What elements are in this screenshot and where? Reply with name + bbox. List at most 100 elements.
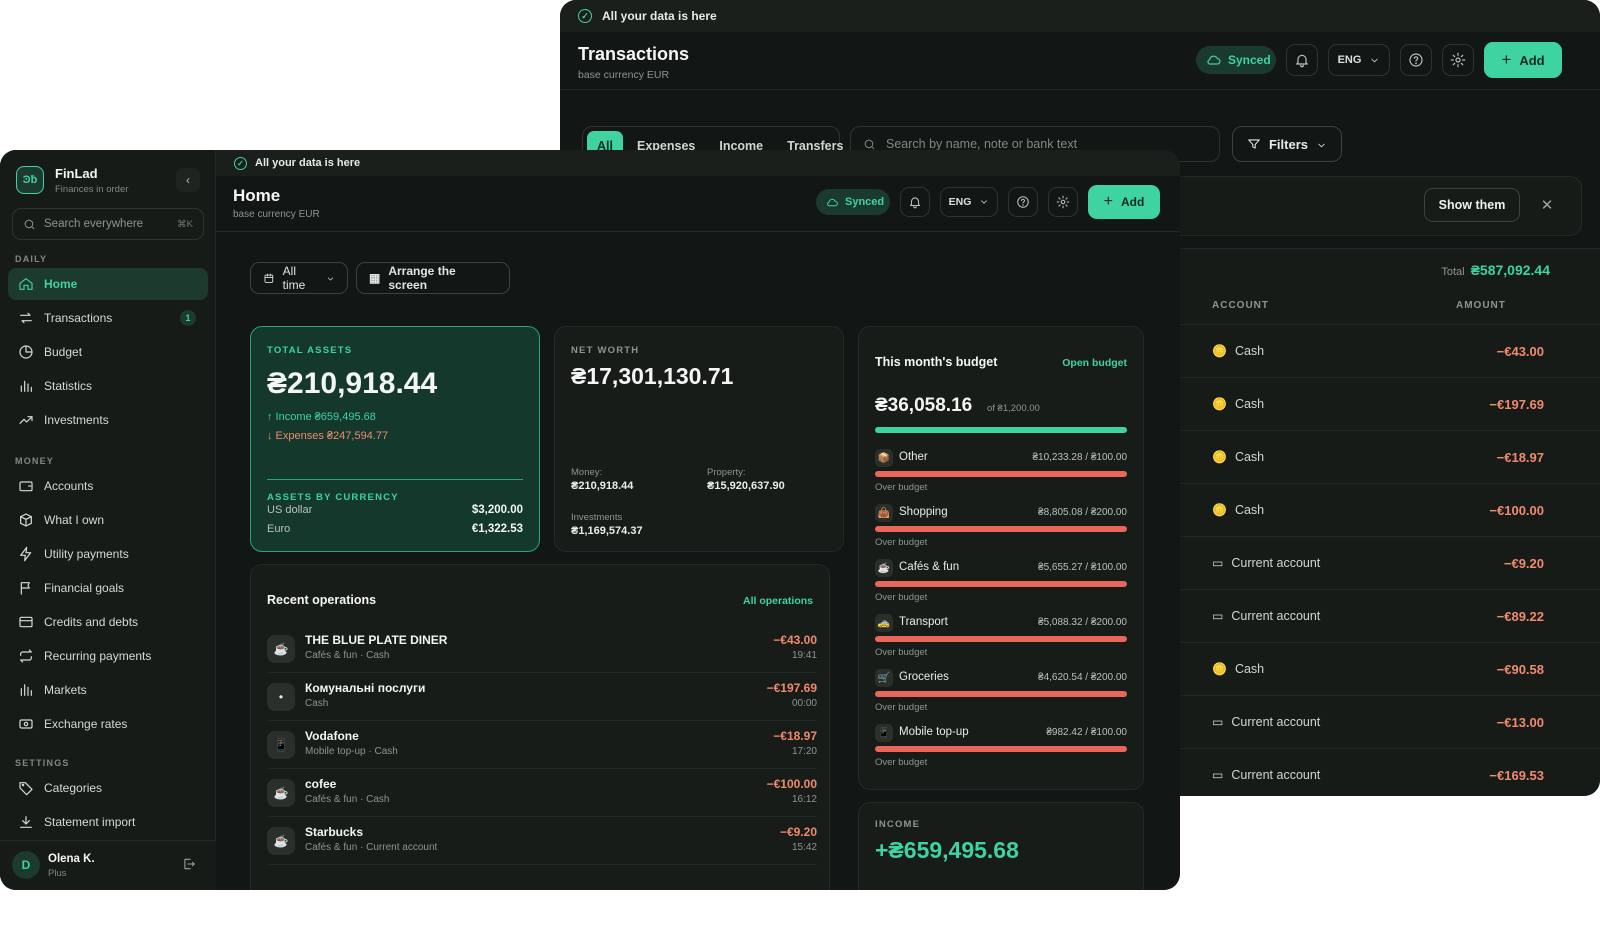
- sidebar-item-statement-import[interactable]: Statement import: [8, 806, 208, 838]
- period-value: All time: [282, 264, 306, 292]
- sidebar-item-credits-and-debts[interactable]: Credits and debts: [8, 606, 208, 638]
- card-icon: ▭: [1212, 609, 1224, 623]
- sidebar-item-home[interactable]: Home: [8, 268, 208, 300]
- help-button[interactable]: [1400, 44, 1432, 76]
- sidebar-item-budget[interactable]: Budget: [8, 336, 208, 368]
- operation-category: Cafés & fun · Cash: [305, 650, 390, 661]
- investments-label: Investments: [571, 512, 623, 523]
- operation-name: Комунальні послуги: [305, 681, 426, 695]
- chevron-down-icon: [1369, 55, 1380, 66]
- language-value: ENG: [1337, 54, 1362, 66]
- credit-card-icon: [18, 614, 34, 630]
- sidebar-item-financial-goals[interactable]: Financial goals: [8, 572, 208, 604]
- category-value: ₴5,655.27 / ₴100.00: [1038, 562, 1127, 573]
- settings-button[interactable]: [1048, 187, 1078, 217]
- net-worth-card[interactable]: NET WORTH ₴17,301,130.71 Money: ₴210,918…: [554, 326, 844, 552]
- row-amount: −€13.00: [1496, 715, 1544, 730]
- row-amount: −€18.97: [1496, 450, 1544, 465]
- sidebar-item-label: Budget: [44, 345, 83, 359]
- operation-amount: −€18.97: [773, 729, 817, 743]
- budget-category[interactable]: 🚕 Transport ₴5,088.32 / ₴200.00 Over budget: [875, 614, 1127, 670]
- notifications-button[interactable]: [1286, 44, 1318, 76]
- phone-icon: 📱: [875, 724, 893, 742]
- budget-category[interactable]: 🛒 Groceries ₴4,620.54 / ₴200.00 Over budget: [875, 669, 1127, 725]
- page-header: Transactions base currency EUR Synced EN…: [560, 32, 1600, 90]
- sidebar-item-markets[interactable]: Markets: [8, 674, 208, 706]
- list-item[interactable]: ☕ THE BLUE PLATE DINER Cafés & fun · Cash −…: [267, 627, 817, 673]
- language-select[interactable]: ENG: [940, 187, 998, 217]
- budget-category[interactable]: 📦 Other ₴10,233.28 / ₴100.00 Over budget: [875, 449, 1127, 505]
- arrange-screen-button[interactable]: ▦ Arrange the screen: [356, 262, 510, 294]
- row-amount: −€197.69: [1489, 397, 1544, 412]
- coffee-icon: ☕: [267, 827, 295, 855]
- sidebar-item-statistics[interactable]: Statistics: [8, 370, 208, 402]
- list-item[interactable]: ☕ Starbucks Cafés & fun · Current account −…: [267, 819, 817, 865]
- sidebar-item-exchange-rates[interactable]: Exchange rates: [8, 708, 208, 740]
- all-operations-link[interactable]: All operations: [743, 595, 813, 607]
- filters-button[interactable]: Filters: [1232, 126, 1342, 162]
- notifications-button[interactable]: [900, 187, 930, 217]
- markets-icon: [18, 682, 34, 698]
- bell-icon: [1294, 52, 1310, 68]
- currency-name: Euro: [267, 523, 291, 535]
- operation-time: 19:41: [791, 650, 817, 661]
- global-search-input[interactable]: Search everywhere ⌘K: [12, 208, 204, 240]
- category-name: Other: [899, 451, 928, 463]
- add-button[interactable]: + Add: [1088, 185, 1160, 219]
- category-value: ₴982.42 / ₴100.00: [1046, 727, 1127, 738]
- open-budget-link[interactable]: Open budget: [1062, 357, 1127, 369]
- over-budget-label: Over budget: [875, 482, 928, 493]
- investments-value: ₴1,169,574.37: [571, 525, 643, 537]
- settings-button[interactable]: [1442, 44, 1474, 76]
- sidebar-item-categories[interactable]: Categories: [8, 772, 208, 804]
- list-item[interactable]: ☕ cofee Cafés & fun · Cash −€100.00 16:12: [267, 771, 817, 817]
- total-label: Total: [1441, 266, 1465, 278]
- sidebar-item-transactions[interactable]: Transactions 1: [8, 302, 208, 334]
- close-icon[interactable]: ✕: [1538, 196, 1556, 214]
- sidebar-item-what-i-own[interactable]: What I own: [8, 504, 208, 536]
- help-icon: [1016, 195, 1030, 209]
- logout-icon[interactable]: [182, 857, 196, 871]
- sidebar-item-label: Accounts: [44, 479, 94, 493]
- synced-button[interactable]: Synced: [816, 189, 890, 215]
- total-assets-card[interactable]: TOTAL ASSETS ₴210,918.44 ↑ Income ₴659,4…: [250, 326, 540, 552]
- sidebar: Ͽƀ FinLad Finances in order ‹ Search eve…: [0, 150, 216, 890]
- cloud-icon: [826, 196, 839, 209]
- synced-button[interactable]: Synced: [1196, 46, 1276, 74]
- sidebar-item-recurring-payments[interactable]: Recurring payments: [8, 640, 208, 672]
- over-budget-label: Over budget: [875, 757, 928, 768]
- period-select[interactable]: All time: [250, 262, 348, 294]
- sidebar-item-accounts[interactable]: Accounts: [8, 470, 208, 502]
- help-button[interactable]: [1008, 187, 1038, 217]
- collapse-sidebar-button[interactable]: ‹: [176, 168, 200, 192]
- sidebar-item-utility-payments[interactable]: Utility payments: [8, 538, 208, 570]
- recent-operations-title: Recent operations: [267, 593, 377, 607]
- show-them-button[interactable]: Show them: [1424, 188, 1520, 222]
- budget-category[interactable]: 📱 Mobile top-up ₴982.42 / ₴100.00 Over budg…: [875, 724, 1127, 780]
- check-icon: ✓: [234, 156, 247, 170]
- operation-time: 00:00: [791, 698, 817, 709]
- income-card[interactable]: INCOME +₴659,495.68: [858, 802, 1144, 890]
- sidebar-item-investments[interactable]: Investments: [8, 404, 208, 436]
- page-header: Home base currency EUR Synced ENG + Add: [216, 176, 1180, 232]
- over-budget-label: Over budget: [875, 647, 928, 658]
- list-item[interactable]: 📱 Vodafone Mobile top-up · Cash −€18.97 17:2…: [267, 723, 817, 769]
- income-label: INCOME: [875, 819, 921, 830]
- budget-category[interactable]: ☕ Cafés & fun ₴5,655.27 / ₴100.00 Over budg…: [875, 559, 1127, 615]
- data-status-banner: ✓ All your data is here: [216, 150, 1180, 176]
- column-header-account[interactable]: ACCOUNT: [1212, 300, 1269, 311]
- language-select[interactable]: ENG: [1328, 44, 1390, 76]
- add-button[interactable]: + Add: [1484, 42, 1562, 78]
- over-budget-label: Over budget: [875, 592, 928, 603]
- user-profile[interactable]: D Olena K. Plus: [0, 840, 216, 890]
- main-content: ✓ All your data is here Home base curren…: [216, 150, 1180, 890]
- column-header-amount[interactable]: AMOUNT: [1456, 300, 1506, 311]
- cash-icon: 🪙: [1212, 397, 1227, 411]
- list-item[interactable]: • Комунальні послуги Cash −€197.69 00:00: [267, 675, 817, 721]
- budget-category[interactable]: 👜 Shopping ₴8,805.08 / ₴200.00 Over budget: [875, 504, 1127, 560]
- income-value: +₴659,495.68: [875, 837, 1019, 863]
- pie-icon: [18, 344, 34, 360]
- transfer-icon: [18, 310, 34, 326]
- row-account: Cash: [1234, 450, 1265, 464]
- operation-time: 15:42: [791, 842, 817, 853]
